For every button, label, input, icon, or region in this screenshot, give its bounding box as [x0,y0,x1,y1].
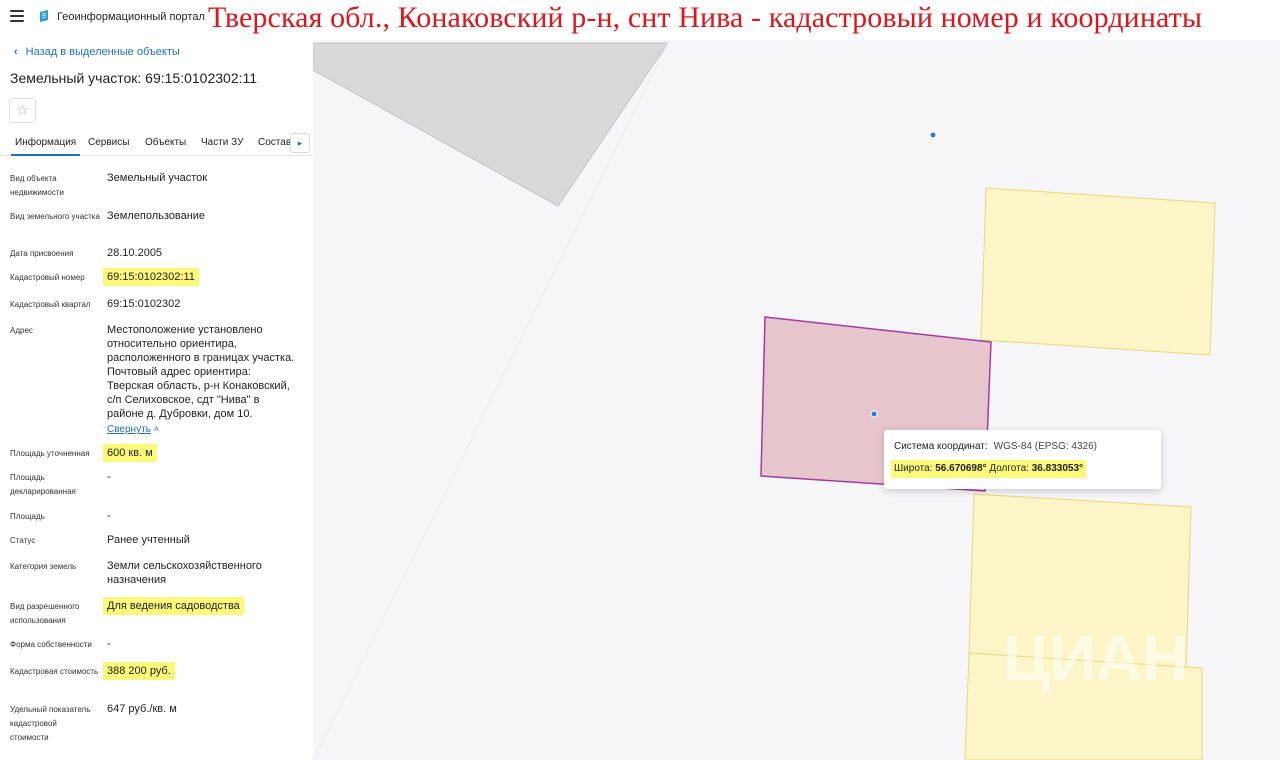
property-value: - [107,510,111,522]
property-label: Статус [10,536,36,545]
location-marker-icon[interactable] [929,131,937,139]
property-label: Кадастровая стоимость [10,667,99,676]
property-label: Удельный показатель кадастровой стоимост… [10,705,91,742]
crs-value: WGS-84 (EPSG: 4326) [993,441,1098,452]
property-label: Кадастровый квартал [10,300,91,309]
property-value: Землепользование [107,210,206,222]
cadastral-value: 388 200 руб. [103,662,302,680]
star-icon: ☆ [16,102,29,118]
property-value: - [107,638,111,650]
map-canvas[interactable]: ЦИАН [313,40,1280,760]
info-sidebar: ‹ Назад в выделенные объекты Земельный уч… [0,40,313,760]
cadastral-number: 69:15:0102302:11 [103,268,302,286]
property-label: Категория земель [10,562,77,571]
property-value: 28.10.2005 [107,247,163,259]
collapse-label: Свернуть [107,424,151,435]
crs-label: Система координат: [894,441,988,452]
tab-parts[interactable]: Части ЗУ [201,137,243,148]
crs-row: Система координат: WGS-84 (EPSG: 4326) [894,441,1097,452]
property-value: Земельный участок [107,172,208,184]
page-title: Земельный участок: 69:15:0102302:11 [10,70,258,86]
neighbor-parcel[interactable] [980,187,1216,356]
hamburger-icon[interactable] [10,10,24,24]
cadastral-value-highlight: 388 200 руб. [103,662,175,680]
chevron-right-icon: ▸ [297,138,303,148]
property-label: Форма собственности [10,640,92,649]
property-label: Адрес [10,326,33,335]
property-label: Вид разрешенного использования [10,602,80,625]
favorite-button[interactable]: ☆ [9,98,36,123]
tabs-scroll-button[interactable]: ▸ [290,133,310,153]
property-label: Кадастровый номер [10,273,85,282]
tab-bar: Информация Сервисы Объекты Части ЗУ Сост… [0,130,313,156]
location-marker-icon[interactable] [870,410,878,418]
property-value: 647 руб./кв. м [107,703,177,715]
property-label: Дата присвоения [10,249,74,258]
back-link[interactable]: ‹ Назад в выделенные объекты [14,46,180,58]
cadastral-number-highlight: 69:15:0102302:11 [103,268,199,286]
property-value: Ранее учтенный [107,534,190,546]
map-layer[interactable]: ЦИАН [313,40,1280,760]
banner-title: Тверская обл., Конаковский р-н, снт Нива… [208,1,1203,34]
gray-parcel[interactable] [313,42,669,207]
property-label: Вид объекта недвижимости [10,174,64,197]
address-value: Местоположение установлено относительно … [107,324,295,420]
tab-info[interactable]: Информация [10,137,81,156]
tab-composition[interactable]: Состав [258,137,291,148]
brand-text[interactable]: Геоинформационный портал [57,11,205,23]
watermark: ЦИАН [1003,622,1188,694]
collapse-link[interactable]: Свернуть ˄ [107,422,302,437]
chevron-up-icon: ˄ [153,424,160,434]
property-value: - [107,471,111,483]
property-value: Земли сельскохозяйственного назначения [107,560,262,586]
longitude-label: Долгота: [989,463,1029,474]
area-value: 600 кв. м [103,444,302,462]
property-label: Площадь уточненная [10,449,90,458]
latitude-label: Широта: [894,463,933,474]
property-label: Площадь декларированная [10,473,76,496]
top-bar: Геоинформационный портал Тверская обл., … [0,0,1280,40]
permitted-use-value: Для ведения садоводства [103,597,302,615]
coordinates-row: Широта: 56.670698° Долгота: 36.833053° [891,460,1087,478]
longitude-value: 36.833053° [1031,463,1084,474]
property-value: 69:15:0102302 [107,298,181,310]
permitted-use-highlight: Для ведения садоводства [103,597,244,615]
property-label: Площадь [10,512,45,521]
tab-services[interactable]: Сервисы [88,137,129,148]
back-link-label: Назад в выделенные объекты [25,46,180,58]
area-highlight: 600 кв. м [103,444,157,462]
latitude-value: 56.670698° [935,463,987,474]
tab-objects[interactable]: Объекты [145,137,186,148]
portal-logo-icon [40,10,48,22]
chevron-left-icon: ‹ [14,46,18,58]
property-label: Вид земельного участка [10,212,100,221]
coordinates-popup: Система координат: WGS-84 (EPSG: 4326) Ши… [884,430,1161,489]
